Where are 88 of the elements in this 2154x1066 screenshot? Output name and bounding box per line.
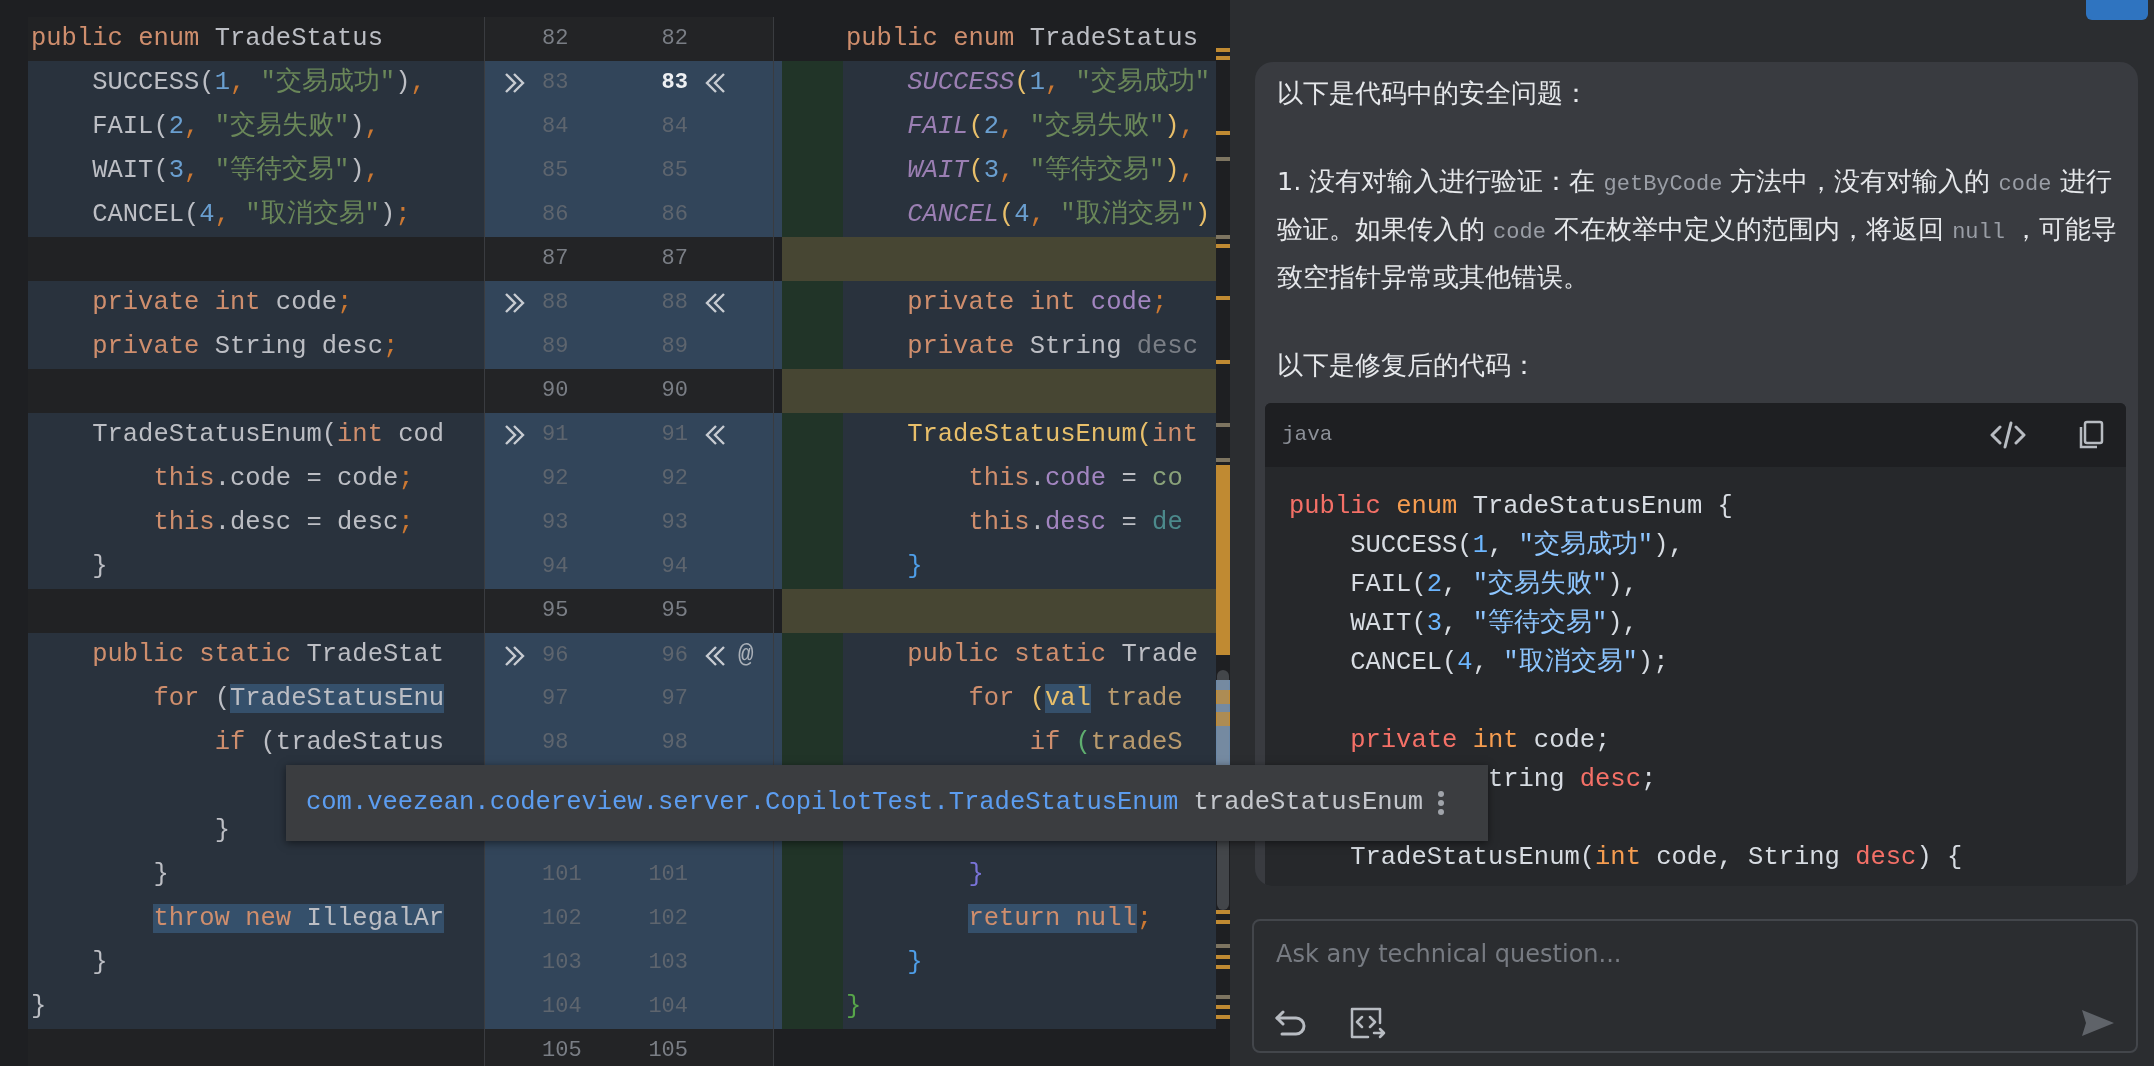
code-line: FAIL(2, "交易失败"), <box>92 110 380 143</box>
code-line: public static TradeStat <box>92 639 445 671</box>
code-line: public static Trade <box>907 639 1198 671</box>
revert-icon[interactable] <box>703 424 727 446</box>
change-margin <box>782 589 843 633</box>
code-line: public enum TradeStatus <box>846 23 1198 55</box>
line-number: 82 <box>542 26 569 51</box>
code-line: CANCEL(4, "取消交易"); <box>1350 646 1669 679</box>
line-number: 90 <box>661 378 688 403</box>
code-line: this.desc = de <box>968 507 1183 539</box>
code-line: private int code; <box>907 287 1168 319</box>
code-line: } <box>907 947 923 979</box>
code-icon[interactable] <box>1990 420 2026 450</box>
question-box[interactable]: Ask any technical question... <box>1252 919 2138 1053</box>
code-line: } <box>92 947 108 979</box>
code-line: private String desc <box>907 331 1198 363</box>
change-margin <box>782 721 843 765</box>
code-line: TradeStatusEnum(int cod <box>92 419 445 451</box>
accept-icon[interactable] <box>503 645 527 667</box>
more-icon[interactable] <box>1437 790 1446 816</box>
code-line: this.desc = desc; <box>153 507 414 539</box>
code-line: this.code = co <box>968 463 1183 495</box>
change-margin <box>782 193 843 237</box>
code-line: public enum TradeStatus <box>31 23 383 55</box>
change-margin <box>782 281 843 325</box>
code-frame-icon[interactable] <box>1348 1005 1386 1041</box>
line-number: 83 <box>661 70 688 95</box>
code-line: FAIL(2, "交易失败"), <box>1350 568 1638 601</box>
code-line: FAIL(2, "交易失败"), <box>907 110 1195 143</box>
code-line: if (tradeS <box>1029 727 1183 759</box>
tooltip-text: com.veezean.codereview.server.CopilotTest.TradeStatusEnum tradeStatusEnum <box>306 786 1424 819</box>
line-number: 105 <box>542 1038 582 1063</box>
message-text: 以下是修复后的代码： <box>1277 349 1538 382</box>
code-line: } <box>907 551 923 583</box>
revert-icon[interactable] <box>703 72 727 94</box>
code-line: private String desc; <box>92 331 399 363</box>
change-margin <box>782 413 843 457</box>
undo-icon[interactable] <box>1274 1008 1308 1038</box>
code-line: } <box>846 991 862 1023</box>
change-margin <box>782 633 843 677</box>
line-number: 105 <box>648 1038 688 1063</box>
code-line: for (TradeStatusEnu <box>153 683 445 715</box>
code-line: } <box>968 859 984 891</box>
line-number: 90 <box>542 378 569 403</box>
code-line: tring desc; <box>1487 764 1657 796</box>
line-number: 95 <box>661 598 688 623</box>
change-margin <box>782 985 843 1029</box>
code-line: } <box>92 551 108 583</box>
code-line: this.code = code; <box>153 463 414 495</box>
accept-icon[interactable] <box>503 424 527 446</box>
line-number: 82 <box>661 26 688 51</box>
code-line: } <box>214 815 230 847</box>
code-line: SUCCESS(1, "交易成功" <box>907 66 1211 99</box>
code-line: TradeStatusEnum(int <box>907 419 1198 451</box>
code-language: java <box>1282 422 1333 449</box>
code-line: for (val trade <box>968 683 1183 715</box>
message-text: 以下是代码中的安全问题： <box>1277 77 1590 110</box>
change-margin <box>782 61 843 105</box>
line-number: 87 <box>542 246 569 271</box>
code-line: throw new IllegalAr <box>153 903 445 935</box>
code-line: TradeStatusEnum(int code, String desc) { <box>1350 842 1963 874</box>
line-number: 95 <box>542 598 569 623</box>
change-margin <box>782 369 843 413</box>
message-text: 1. 没有对输入进行验证：在 getByCode 方法中，没有对输入的 code 进行验证。如果传入的 code 不在枚举中定义的范围内，将返回 null ，可能导致空指针异常或其他错误。 <box>1277 165 2119 294</box>
accept-icon[interactable] <box>503 72 527 94</box>
annotation-marker[interactable]: @ <box>738 640 754 670</box>
code-line: private int code; <box>1350 725 1611 757</box>
copy-icon[interactable] <box>2078 420 2104 450</box>
change-margin <box>782 237 843 281</box>
code-line: } <box>31 991 47 1023</box>
change-margin <box>782 545 843 589</box>
code-line: WAIT(3, "等待交易"), <box>1350 607 1638 640</box>
revert-icon[interactable] <box>703 645 727 667</box>
code-line: CANCEL(4, "取消交易"); <box>92 198 411 231</box>
accept-icon[interactable] <box>503 292 527 314</box>
code-line: WAIT(3, "等待交易"), <box>907 154 1195 187</box>
question-field[interactable]: Ask any technical question... <box>1274 935 2116 973</box>
code-line: public enum TradeStatusEnum { <box>1289 491 1733 523</box>
code-line: } <box>153 859 169 891</box>
code-line: WAIT(3, "等待交易"), <box>92 154 380 187</box>
change-margin <box>782 325 843 369</box>
code-line: SUCCESS(1, "交易成功"), <box>1350 529 1684 562</box>
code-line: if (tradeStatus <box>214 727 445 759</box>
revert-icon[interactable] <box>703 292 727 314</box>
code-line: private int code; <box>92 287 353 319</box>
code-line: CANCEL(4, "取消交易") <box>907 198 1211 231</box>
line-number: 87 <box>661 246 688 271</box>
code-line: SUCCESS(1, "交易成功"), <box>92 66 426 99</box>
